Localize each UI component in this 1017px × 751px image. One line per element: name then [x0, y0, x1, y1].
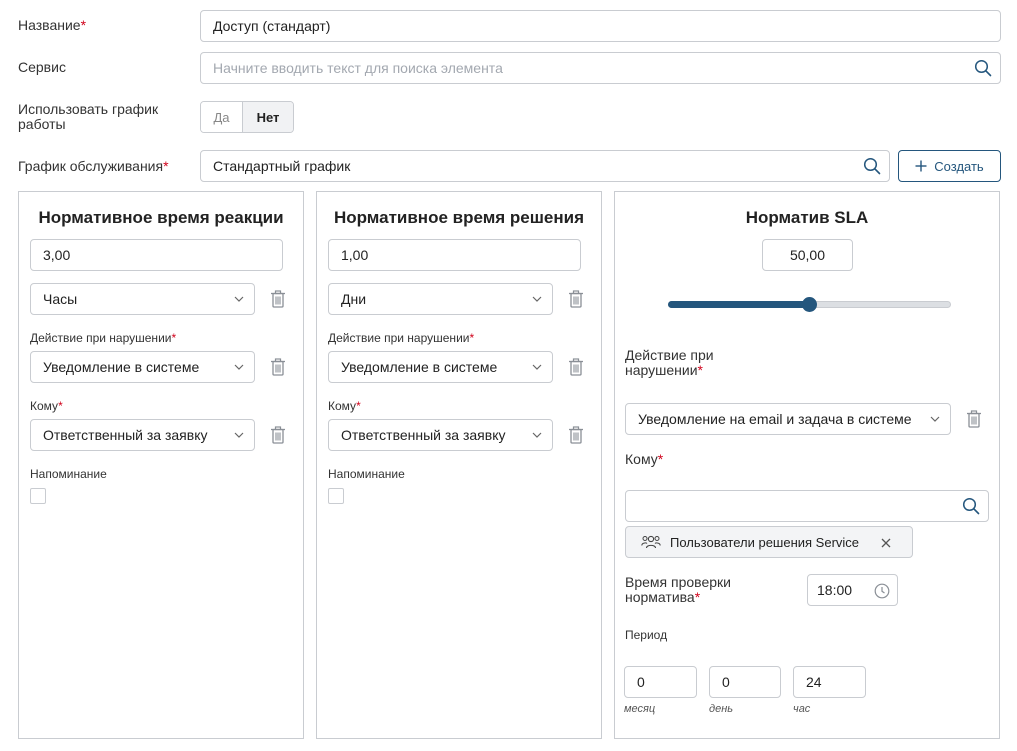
trash-icon[interactable]: [270, 426, 286, 444]
sla-check-time-value: 18:00: [817, 582, 853, 598]
reaction-time-value: 3,00: [43, 247, 71, 263]
sla-to-search-input[interactable]: [625, 490, 989, 522]
period-days-unit: день: [709, 703, 734, 715]
resolution-action-label: Действие при нарушении*: [328, 331, 475, 345]
resolution-to-select[interactable]: Ответственный за заявку: [328, 419, 553, 451]
sla-value-input[interactable]: 50,00: [762, 239, 853, 271]
period-days-input[interactable]: 0: [709, 666, 781, 698]
reaction-reminder-label: Напоминание: [30, 467, 107, 481]
use-schedule-label: Использовать график работы: [18, 101, 159, 132]
sla-to-tag-label: Пользователи решения Service: [670, 534, 860, 550]
search-icon[interactable]: [962, 497, 980, 515]
trash-icon[interactable]: [270, 290, 286, 308]
name-input[interactable]: Доступ (стандарт): [200, 10, 1001, 42]
service-schedule-label: График обслуживания*: [18, 158, 169, 174]
period-months-value: 0: [637, 674, 645, 690]
reaction-to-select[interactable]: Ответственный за заявку: [30, 419, 255, 451]
resolution-unit-value: Дни: [341, 291, 367, 307]
chevron-down-icon: [234, 432, 244, 438]
sla-slider-fill: [668, 301, 810, 308]
reaction-panel-title: Нормативное время реакции: [38, 208, 284, 227]
resolution-action-value: Уведомление в системе: [341, 359, 498, 375]
search-icon[interactable]: [974, 59, 992, 77]
reaction-to-label: Кому*: [30, 399, 63, 413]
service-schedule-input[interactable]: Стандартный график: [200, 150, 890, 182]
close-icon[interactable]: [881, 538, 891, 548]
resolution-time-input[interactable]: 1,00: [328, 239, 581, 271]
chevron-down-icon: [532, 432, 542, 438]
chevron-down-icon: [234, 364, 244, 370]
toggle-yes[interactable]: Да: [201, 102, 243, 132]
resolution-panel-title: Нормативное время решения: [333, 208, 585, 227]
users-group-icon: [641, 535, 661, 549]
toggle-no[interactable]: Нет: [243, 102, 293, 132]
use-schedule-toggle[interactable]: Да Нет: [200, 101, 294, 133]
service-label: Сервис: [18, 59, 66, 75]
reaction-panel: Нормативное время реакции 3,00 Часы Дейс…: [18, 191, 304, 739]
period-days-value: 0: [722, 674, 730, 690]
period-hours-value: 24: [806, 674, 822, 690]
sla-value: 50,00: [789, 247, 826, 263]
create-button-label: Создать: [934, 158, 984, 174]
reaction-action-label: Действие при нарушении*: [30, 331, 177, 345]
sla-check-time-input[interactable]: 18:00: [807, 574, 898, 606]
period-hours-unit: час: [793, 703, 811, 715]
reaction-unit-value: Часы: [43, 291, 78, 307]
resolution-panel: Нормативное время решения 1,00 Дни Дейст…: [316, 191, 602, 739]
resolution-to-value: Ответственный за заявку: [341, 427, 506, 443]
sla-slider[interactable]: [668, 296, 951, 312]
trash-icon[interactable]: [568, 426, 584, 444]
period-hours-input[interactable]: 24: [793, 666, 866, 698]
resolution-reminder-checkbox[interactable]: [328, 488, 344, 504]
sla-panel: Норматив SLA 50,00 Действие при нарушени…: [614, 191, 1000, 739]
plus-icon: [915, 160, 927, 172]
create-button[interactable]: Создать: [898, 150, 1001, 182]
service-placeholder: Начните вводить текст для поиска элемент…: [213, 60, 503, 76]
sla-action-value: Уведомление на email и задача в системе: [638, 411, 912, 427]
sla-check-time-label: Время проверки норматива*: [625, 574, 731, 605]
resolution-reminder-label: Напоминание: [328, 467, 405, 481]
resolution-to-label: Кому*: [328, 399, 361, 413]
trash-icon[interactable]: [966, 410, 982, 428]
resolution-unit-select[interactable]: Дни: [328, 283, 553, 315]
service-schedule-value: Стандартный график: [213, 158, 351, 174]
period-months-unit: месяц: [624, 703, 656, 715]
trash-icon[interactable]: [270, 358, 286, 376]
name-label: Название*: [18, 17, 87, 33]
reaction-action-select[interactable]: Уведомление в системе: [30, 351, 255, 383]
sla-action-label: Действие при нарушении*: [625, 347, 714, 378]
period-months-input[interactable]: 0: [624, 666, 697, 698]
reaction-to-value: Ответственный за заявку: [43, 427, 208, 443]
resolution-time-value: 1,00: [341, 247, 369, 263]
resolution-action-select[interactable]: Уведомление в системе: [328, 351, 553, 383]
chevron-down-icon: [930, 416, 940, 422]
chevron-down-icon: [532, 364, 542, 370]
chevron-down-icon: [234, 296, 244, 302]
reaction-unit-select[interactable]: Часы: [30, 283, 255, 315]
sla-slider-thumb[interactable]: [802, 297, 817, 312]
sla-panel-title: Норматив SLA: [745, 208, 869, 227]
trash-icon[interactable]: [568, 358, 584, 376]
clock-icon[interactable]: [874, 583, 890, 599]
search-icon[interactable]: [863, 157, 881, 175]
reaction-time-input[interactable]: 3,00: [30, 239, 283, 271]
reaction-reminder-checkbox[interactable]: [30, 488, 46, 504]
reaction-action-value: Уведомление в системе: [43, 359, 200, 375]
sla-period-label: Период: [625, 628, 668, 642]
service-input[interactable]: Начните вводить текст для поиска элемент…: [200, 52, 1001, 84]
sla-action-select[interactable]: Уведомление на email и задача в системе: [625, 403, 951, 435]
name-input-value: Доступ (стандарт): [213, 18, 331, 34]
sla-to-label: Кому*: [625, 451, 664, 467]
chevron-down-icon: [532, 296, 542, 302]
trash-icon[interactable]: [568, 290, 584, 308]
sla-to-tag: Пользователи решения Service: [625, 526, 913, 558]
